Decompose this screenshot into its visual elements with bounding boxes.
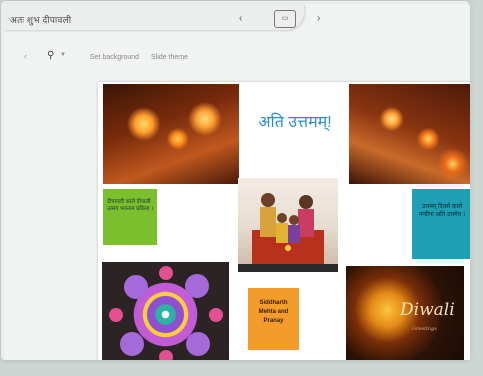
back-button[interactable]: ‹ [24, 51, 27, 61]
set-background-button[interactable]: Set background [90, 54, 139, 61]
teal-text-box[interactable]: उत्तमम् दिवसे काले नन्दीपा अति उत्तमेव । [412, 189, 470, 259]
teal-box-text: उत्तमम् दिवसे काले नन्दीपा अति उत्तमेव । [418, 204, 466, 218]
chevron-down-icon[interactable]: ▼ [60, 52, 66, 58]
document-title: अतः शुभ दीपावली [10, 15, 72, 25]
zoom-icon[interactable]: ⚲ [47, 50, 54, 61]
screen: अतः शुभ दीपावली ‹ ▭ › ‹ ⚲ ▼ Set backgrou… [4, 4, 470, 360]
diwali-greeting-image[interactable]: Diwali Greetings [346, 266, 464, 360]
rangoli-image[interactable] [102, 262, 229, 360]
family-illustration [252, 193, 324, 264]
diwali-title: Diwali [400, 300, 455, 320]
previous-slide-button[interactable]: ‹ [239, 13, 242, 24]
slide-thumbnail-icon[interactable]: ▭ [274, 10, 296, 28]
slide-theme-button[interactable]: Slide theme [151, 54, 188, 61]
family-photo[interactable] [238, 178, 338, 272]
slide-canvas[interactable]: अति उत्तमम्! दीपावली काले दीपाली उत्सव भ… [98, 82, 470, 360]
title-bar: अतः शुभ दीपावली ‹ ▭ › [4, 4, 320, 30]
next-slide-button[interactable]: › [317, 13, 320, 24]
video-control-bar[interactable] [238, 264, 338, 272]
monitor-frame: अतः शुभ दीपावली ‹ ▭ › ‹ ⚲ ▼ Set backgrou… [1, 1, 470, 360]
orange-text-box[interactable]: Siddharth Mehta and Pranay [248, 288, 299, 350]
orange-box-text: Siddharth Mehta and Pranay [258, 300, 289, 324]
greeting-title[interactable]: अति उत्तमम्! [250, 110, 340, 132]
diyas-photo-right[interactable] [349, 84, 470, 184]
diwali-subtitle: Greetings [412, 326, 437, 332]
toolbar: ‹ ⚲ ▼ Set background Slide theme [4, 48, 470, 68]
green-text-box[interactable]: दीपावली काले दीपाली उत्सव भवनाम प्रकिया … [103, 189, 157, 245]
green-box-text: दीपावली काले दीपाली उत्सव भवनाम प्रकिया … [107, 199, 154, 212]
diyas-photo-left[interactable] [103, 84, 239, 184]
rangoli-petals [109, 266, 223, 360]
